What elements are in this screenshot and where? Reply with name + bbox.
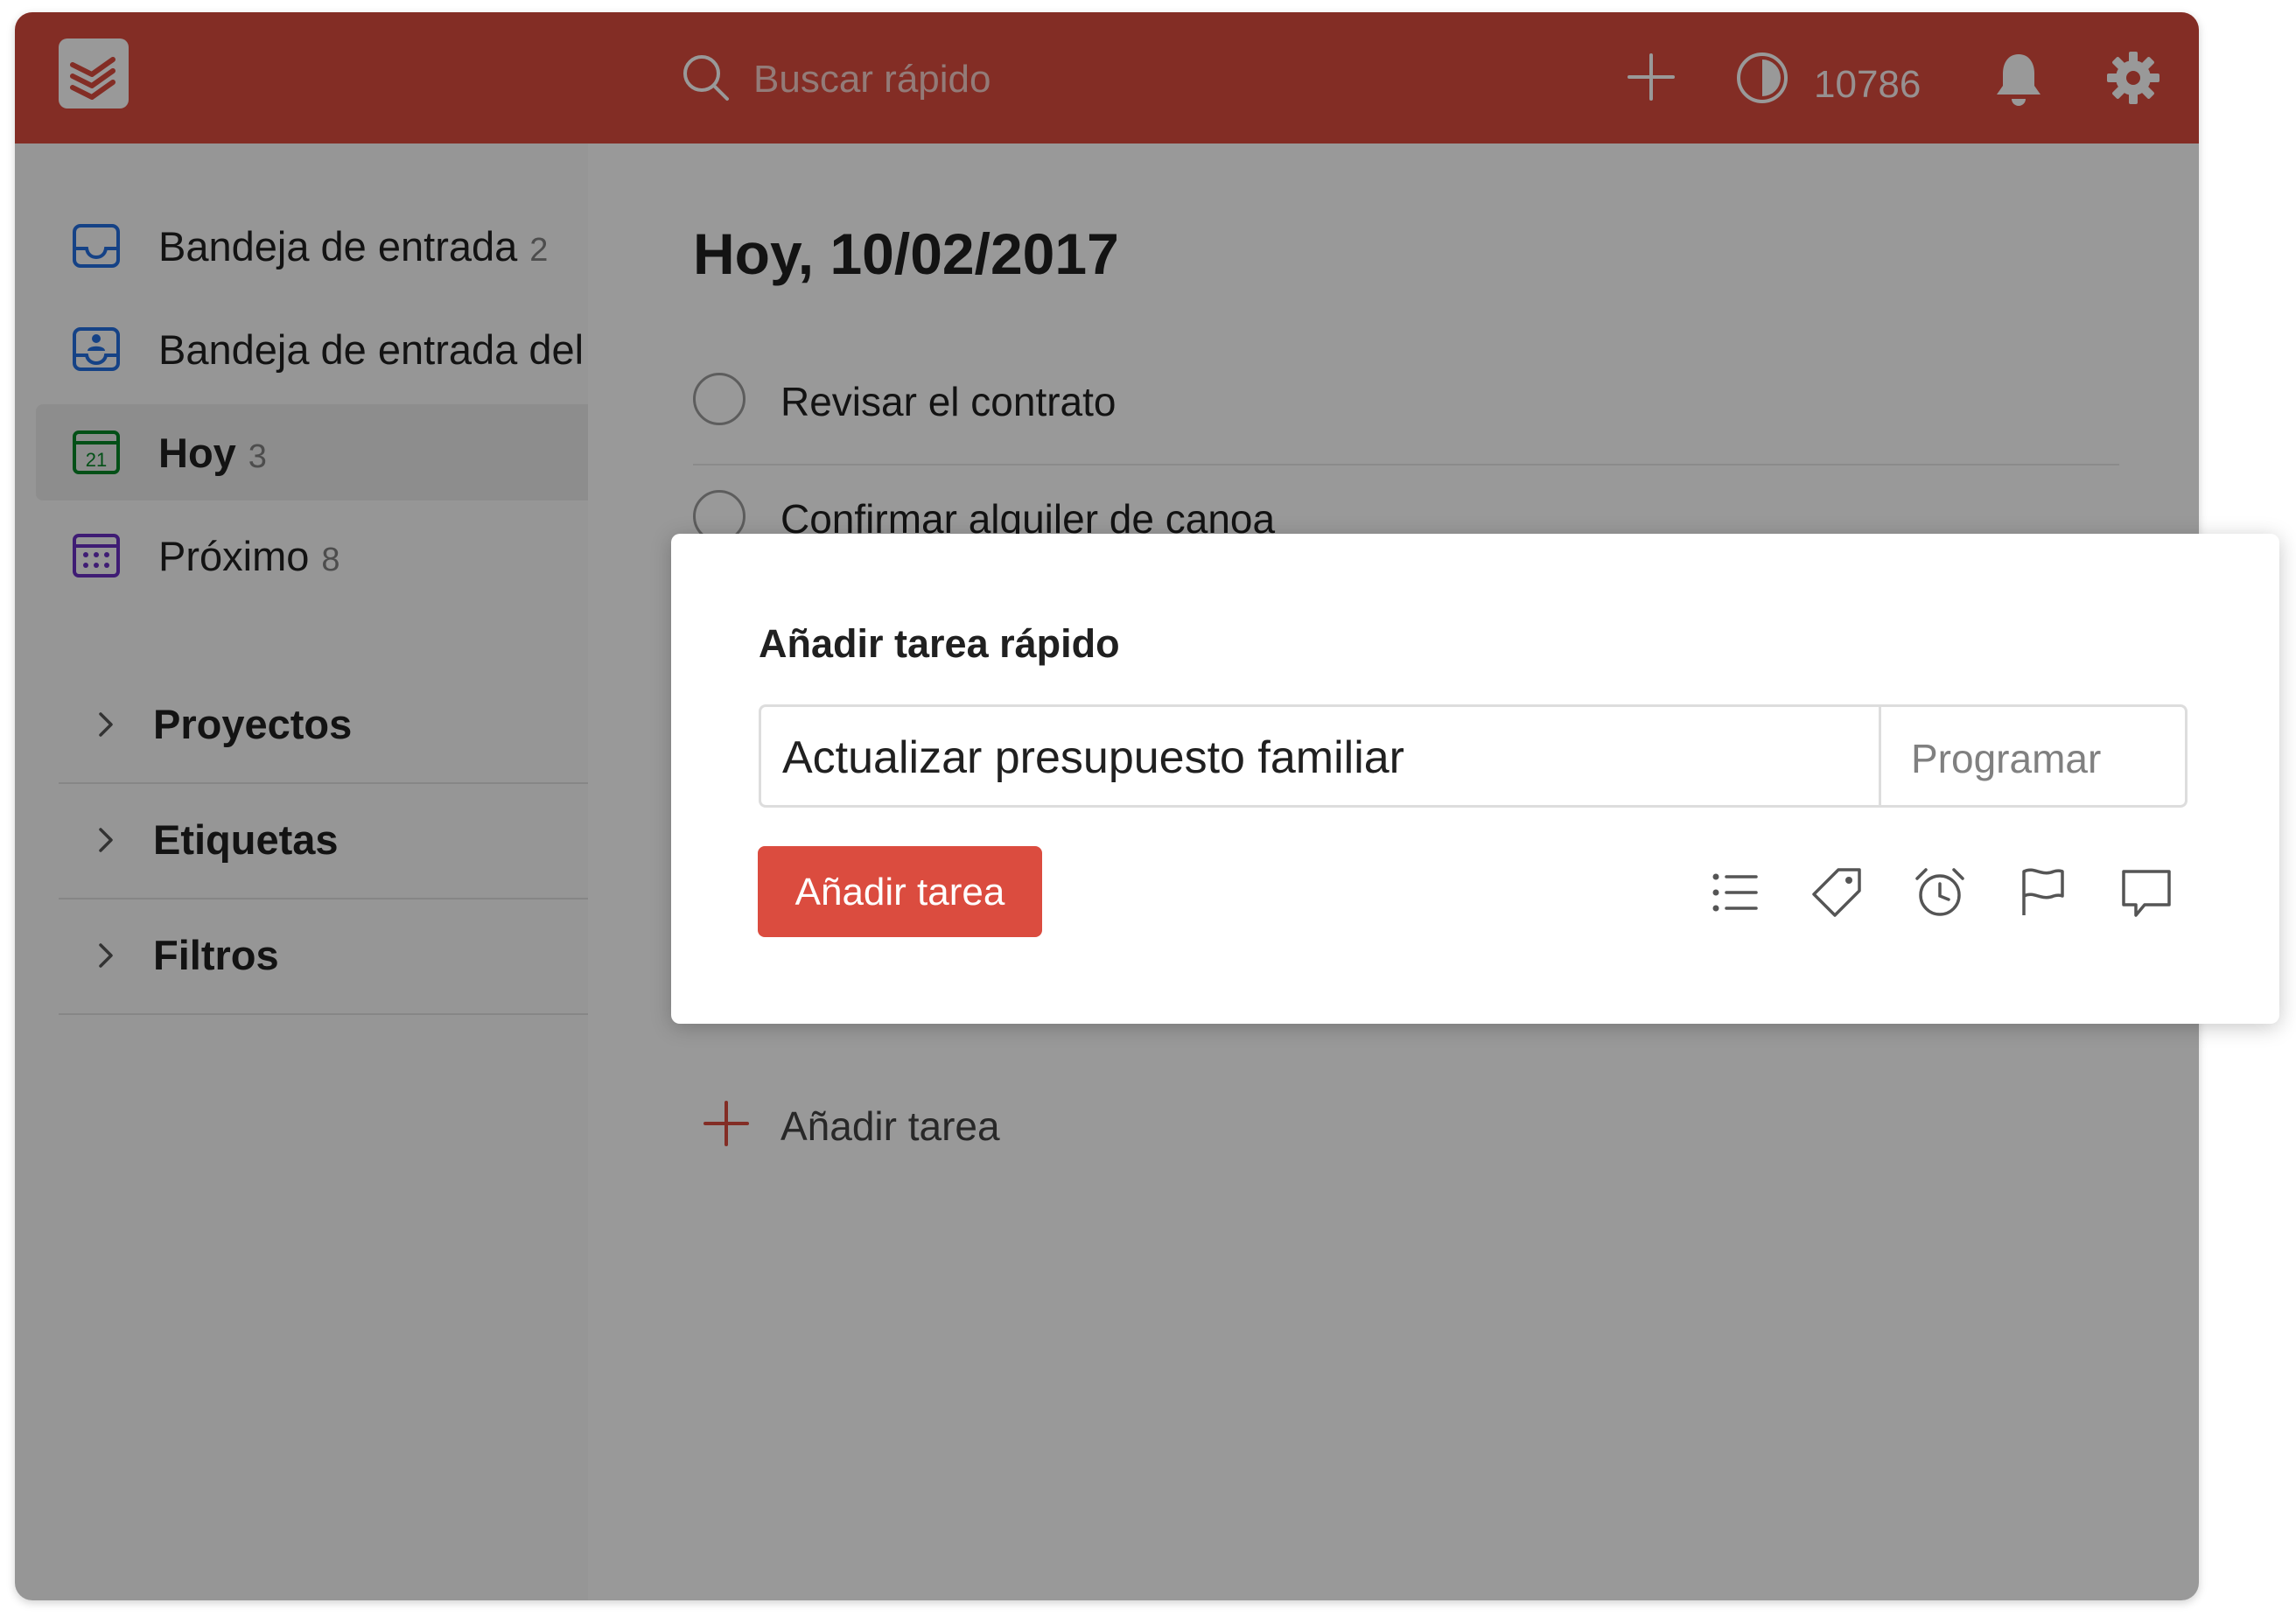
sidebar-item-label: Bandeja de entrada bbox=[158, 222, 518, 270]
alarm-clock-icon[interactable] bbox=[1912, 864, 1968, 920]
search-icon bbox=[678, 50, 734, 110]
sidebar-item-team-inbox[interactable]: Bandeja de entrada del e bbox=[36, 301, 603, 397]
section-projects[interactable]: Proyectos bbox=[59, 668, 588, 784]
sidebar: Bandeja de entrada 2 Bandeja de entrada d… bbox=[15, 144, 603, 1600]
comment-icon[interactable] bbox=[2118, 864, 2174, 920]
sidebar-item-count: 3 bbox=[248, 438, 267, 475]
gear-icon[interactable] bbox=[2104, 49, 2162, 111]
todoist-logo-icon[interactable] bbox=[59, 38, 129, 108]
schedule-button[interactable]: Programar bbox=[1879, 707, 2185, 805]
add-task-inline[interactable]: Añadir tarea bbox=[693, 1090, 1306, 1160]
karma-icon[interactable] bbox=[1733, 49, 1791, 111]
section-labels[interactable]: Etiquetas bbox=[59, 784, 588, 900]
add-task-button[interactable]: Añadir tarea bbox=[758, 846, 1042, 937]
task-checkbox[interactable] bbox=[693, 373, 746, 425]
task-item[interactable]: Revisar el contrato bbox=[693, 346, 2119, 466]
task-name-input[interactable]: Actualizar presupuesto familiar Programa… bbox=[759, 704, 2188, 808]
inbox-icon bbox=[71, 220, 122, 276]
calendar-upcoming-icon bbox=[71, 530, 122, 585]
page-title: Hoy, 10/02/2017 bbox=[693, 221, 1119, 286]
add-task-label: Añadir tarea bbox=[780, 1103, 1000, 1149]
sidebar-item-label: Bandeja de entrada del e bbox=[158, 326, 596, 373]
sidebar-item-upcoming[interactable]: Próximo 8 bbox=[36, 508, 603, 604]
task-name-value[interactable]: Actualizar presupuesto familiar bbox=[782, 732, 1404, 784]
bell-icon[interactable] bbox=[1992, 49, 2045, 113]
chevron-right-icon[interactable] bbox=[92, 707, 118, 746]
karma-score[interactable]: 10786 bbox=[1814, 63, 1921, 107]
calendar-today-icon: 21 bbox=[71, 427, 122, 482]
dialog-title: Añadir tarea rápido bbox=[759, 621, 1120, 666]
team-inbox-icon bbox=[71, 324, 122, 379]
section-label: Etiquetas bbox=[153, 816, 339, 863]
top-bar: Buscar rápido 10786 bbox=[15, 12, 2199, 144]
list-icon[interactable] bbox=[1707, 864, 1763, 920]
schedule-label: Programar bbox=[1911, 736, 2102, 781]
sidebar-item-label: Hoy bbox=[158, 429, 236, 476]
plus-icon bbox=[700, 1097, 752, 1154]
plus-icon[interactable] bbox=[1625, 51, 1677, 108]
flag-icon[interactable] bbox=[2015, 864, 2071, 920]
quick-add-dialog: Añadir tarea rápido Actualizar presupues… bbox=[671, 534, 2279, 1024]
sidebar-item-today[interactable]: 21 Hoy 3 bbox=[36, 404, 603, 500]
chevron-right-icon[interactable] bbox=[92, 822, 118, 862]
search-placeholder: Buscar rápido bbox=[753, 58, 991, 101]
sidebar-item-label: Próximo bbox=[158, 532, 310, 579]
task-label[interactable]: Revisar el contrato bbox=[780, 378, 1116, 425]
sidebar-item-count: 2 bbox=[529, 231, 549, 269]
quick-search[interactable]: Buscar rápido bbox=[678, 49, 1203, 110]
chevron-right-icon[interactable] bbox=[92, 938, 118, 977]
sidebar-item-inbox[interactable]: Bandeja de entrada 2 bbox=[36, 198, 603, 294]
section-label: Filtros bbox=[153, 932, 279, 978]
add-task-button-label: Añadir tarea bbox=[794, 871, 1005, 914]
section-filters[interactable]: Filtros bbox=[59, 900, 588, 1015]
section-label: Proyectos bbox=[153, 701, 353, 747]
svg-text:21: 21 bbox=[86, 449, 107, 471]
tag-icon[interactable] bbox=[1809, 864, 1865, 920]
sidebar-item-count: 8 bbox=[321, 541, 340, 578]
